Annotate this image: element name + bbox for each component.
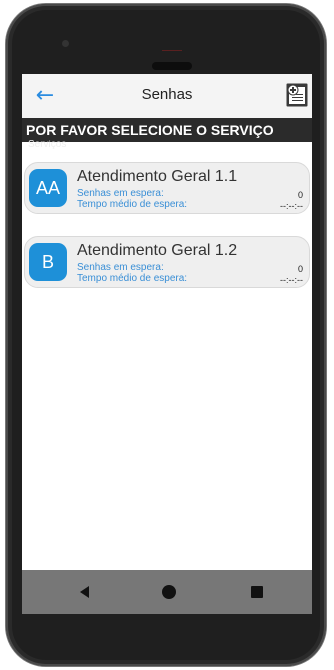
service-name: Atendimento Geral 1.1 [77,168,238,185]
nav-home-icon[interactable] [162,585,176,599]
waiting-label: Senhas em espera: [77,188,164,199]
app-bar: ← Senhas [22,74,312,118]
waiting-label: Senhas em espera: [77,262,164,273]
service-badge: AA [29,169,67,207]
earpiece-speaker [152,62,192,70]
avg-time-value: --:--:-- [280,201,303,211]
service-badge: B [29,243,67,281]
avg-time-label: Tempo médio de espera: [77,199,188,210]
page-title: Senhas [141,86,193,103]
nav-recent-apps-icon[interactable] [251,586,263,598]
waiting-value: 0 [297,264,303,274]
service-card[interactable]: B Atendimento Geral 1.2 Senhas em espera… [24,236,310,288]
waiting-value: 0 [297,190,303,200]
avg-time-value: --:--:-- [280,275,303,285]
service-name: Atendimento Geral 1.2 [77,242,238,259]
service-card[interactable]: AA Atendimento Geral 1.1 Senhas em esper… [24,162,310,214]
select-service-banner: POR FAVOR SELECIONE O SERVIÇO [22,118,312,142]
system-nav-bar [22,570,312,614]
avg-time-label: Tempo médio de espera: [77,273,188,284]
app-screen: ← Senhas POR FAVOR SELECIONE O SERVIÇO S… [22,74,312,570]
front-camera [62,40,69,47]
sensor-line [162,50,182,51]
nav-back-icon[interactable] [80,586,89,598]
ticket-add-icon[interactable] [286,83,308,107]
